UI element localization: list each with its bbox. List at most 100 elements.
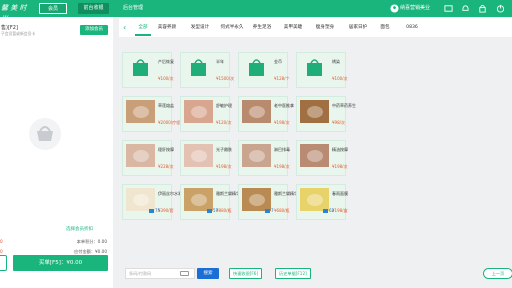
stock-icon [323, 209, 328, 213]
order-number: 售)[F2] [1, 25, 18, 31]
product-name: 光子嫩肤 [216, 147, 232, 152]
keyboard-icon[interactable] [180, 271, 189, 276]
product-price: ¥120/次 [216, 120, 232, 125]
category-bar: ‹ 全部 美容养颜 发型设计 何式半永久 养生足浴 美甲美睫 瘦身塑身 居家日护 面包 0836 [119, 18, 512, 37]
product-card[interactable]: 理肝按摩 ¥228/次 [122, 140, 174, 176]
product-price: ¥880/瓶 [216, 208, 232, 213]
product-name: 产后恢复 [158, 59, 174, 64]
product-photo [126, 100, 155, 123]
shopping-bag-icon [249, 59, 264, 76]
product-card[interactable]: 雅斯兰黛精华液 ¥880/瓶 57 [180, 184, 244, 220]
bell-icon[interactable] [461, 4, 470, 13]
stock-count: 57 [213, 208, 219, 213]
select-discount-link[interactable]: 选择会员折扣 [66, 226, 93, 232]
product-photo [242, 144, 271, 167]
product-photo [300, 100, 329, 123]
power-icon[interactable] [496, 4, 505, 13]
category-tab[interactable]: 面包 [370, 18, 400, 37]
category-tab[interactable]: 美甲美睫 [278, 18, 308, 37]
product-price: ¥390/套 [158, 208, 174, 213]
category-tab[interactable]: 发型设计 [185, 18, 215, 37]
prev-page-button[interactable]: 上一页 [483, 268, 512, 279]
product-card[interactable]: 绣染 ¥100/次 [296, 52, 348, 88]
stock-badge: 62 [323, 208, 334, 213]
add-member-button[interactable]: 添加会员 [80, 25, 108, 35]
brand-logo: 馨 美 时 尚 [1, 4, 27, 23]
product-name: 淋巴排毒 [274, 147, 290, 152]
product-price: ¥680/瓶 [274, 208, 290, 213]
stock-count: 75 [155, 208, 161, 213]
quick-cashier-button[interactable]: 快速收银[F6] [229, 268, 263, 279]
backend-tab[interactable]: 后台管理 [118, 3, 148, 14]
product-name: 理肝按摩 [158, 147, 174, 152]
category-tab[interactable]: 居家日护 [343, 18, 373, 37]
category-tab[interactable]: 0836 [397, 18, 427, 37]
product-price: ¥98/次 [332, 120, 345, 125]
product-name: 老中医推拿 [274, 103, 294, 108]
product-photo [300, 144, 329, 167]
product-photo [184, 144, 213, 167]
bottom-bar: 条码/付款码 搜索 快速收银[F6] 历史单据[F12] 上一页 [119, 264, 512, 288]
checkout-button[interactable]: 买单[F5]：¥0.00 [13, 255, 108, 271]
stock-icon [265, 209, 270, 213]
product-photo [184, 100, 213, 123]
product-card[interactable]: 春雨面膜 ¥198/盒 62 [296, 184, 348, 220]
shopping-bag-icon [191, 59, 206, 76]
product-card[interactable]: 产后恢复 ¥100/次 [122, 52, 174, 88]
shop-name: 纳喜营销美业 [400, 5, 431, 11]
lock-icon[interactable] [478, 4, 487, 13]
product-price: ¥100/次 [158, 76, 174, 81]
category-tab[interactable]: 何式半永久 [217, 18, 247, 37]
category-tab[interactable]: 瘦身塑身 [310, 18, 340, 37]
cashier-tab[interactable]: 前台收银 [78, 3, 109, 14]
product-price: ¥198/次 [274, 120, 290, 125]
message-icon[interactable] [444, 4, 453, 13]
history-orders-button[interactable]: 历史单据[F12] [275, 268, 311, 279]
product-name: 春雨面膜 [332, 191, 348, 196]
stock-count: 62 [329, 208, 335, 213]
product-grid: 产后恢复 ¥100/次 半年 ¥1500/次 金币 ¥128/个 绣染 ¥100/次 草莲熔盐 ¥… [122, 46, 512, 226]
product-name: 精油按摩 [332, 147, 348, 152]
user-icon[interactable] [390, 4, 399, 13]
order-subtitle: 子会员暂或新会员卡 [1, 31, 36, 36]
search-button[interactable]: 搜索 [197, 268, 219, 279]
product-name: 草莲熔盐 [158, 103, 174, 108]
product-photo [242, 100, 271, 123]
side-button[interactable] [0, 255, 7, 271]
product-card[interactable]: 草莲熔盐 ¥2000/疗程 [122, 96, 180, 132]
shopping-bag-icon [307, 59, 322, 76]
product-card[interactable]: 精油按摩 ¥198/次 [296, 140, 348, 176]
product-card[interactable]: 舒敏护理 ¥120/次 [180, 96, 232, 132]
product-card[interactable]: 雅斯兰黛精华液 ¥680/瓶 7 [238, 184, 302, 220]
top-bar: 馨 美 时 尚 会员 前台收银 后台管理 纳喜营销美业 [0, 0, 512, 23]
product-price: ¥198/次 [274, 164, 290, 169]
product-card[interactable]: 半年 ¥1500/次 [180, 52, 234, 88]
product-price: ¥100/次 [332, 76, 348, 81]
product-price: ¥198/次 [216, 164, 232, 169]
order-panel: 售)[F2] 子会员暂或新会员卡 添加会员 选择会员折扣 0 本单积分：0.00… [0, 17, 113, 288]
member-button[interactable]: 会员 [39, 3, 67, 14]
shopping-bag-icon [133, 59, 148, 76]
stock-icon [149, 209, 154, 213]
product-card[interactable]: 老中医推拿 ¥198/次 [238, 96, 294, 132]
product-card[interactable]: 金币 ¥128/个 [238, 52, 290, 88]
stock-badge: 57 [207, 208, 218, 213]
product-card[interactable]: 淋巴排毒 ¥198/次 [238, 140, 290, 176]
points-label: 本单积分：0.00 [76, 239, 107, 244]
left-amount: 0 [0, 249, 3, 254]
product-name: 半年 [216, 59, 224, 64]
product-name: 中药草药养生 [332, 103, 356, 108]
product-card[interactable]: 光子嫩肤 ¥198/次 [180, 140, 232, 176]
category-tab[interactable]: 养生足浴 [247, 18, 277, 37]
product-price: ¥228/次 [158, 164, 174, 169]
product-card[interactable]: 伊丽丝尔水乳 ¥390/套 75 [122, 184, 182, 220]
category-tab[interactable]: 美容养颜 [152, 18, 182, 37]
left-amount-label: 0 [0, 239, 3, 244]
product-price: ¥198/盒 [332, 208, 348, 213]
stock-badge: 75 [149, 208, 160, 213]
empty-basket-icon [29, 118, 61, 150]
product-card[interactable]: 中药草药养生 ¥98/次 [296, 96, 356, 132]
product-name: 绣染 [332, 59, 340, 64]
product-name: 金币 [274, 59, 282, 64]
stock-icon [207, 209, 212, 213]
